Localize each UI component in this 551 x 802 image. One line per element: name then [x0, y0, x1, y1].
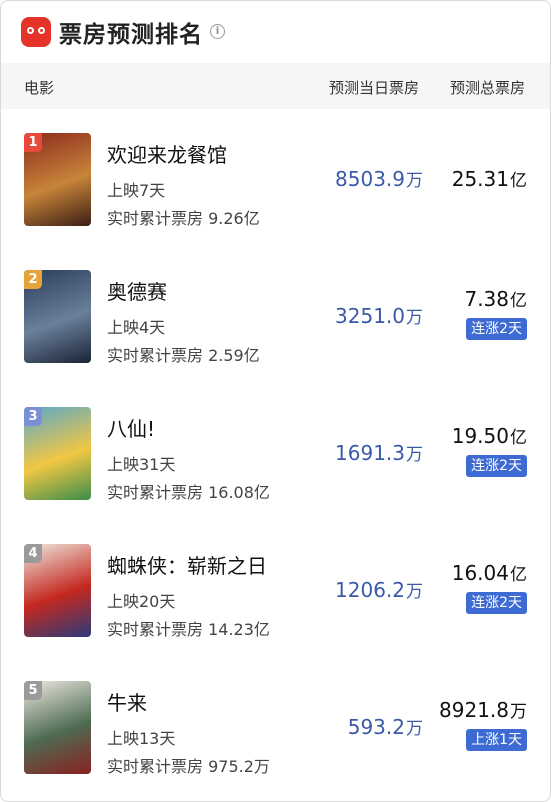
- trend-badge: 连涨2天: [466, 455, 527, 477]
- movie-poster[interactable]: 5: [24, 681, 91, 774]
- day-forecast-number: 1206.2: [335, 578, 405, 602]
- column-header-day-forecast[interactable]: 预测当日票房: [329, 77, 419, 98]
- days-showing: 上映13天: [107, 729, 176, 748]
- total-forecast-unit: 万: [510, 702, 527, 722]
- movie-list: 1 欢迎来龙餐馆 上映7天 实时累计票房 9.26亿 8503.9万 25.31…: [1, 109, 550, 794]
- day-forecast-unit: 万: [406, 171, 423, 191]
- cumulative-box-office: 实时累计票房 975.2万: [107, 757, 270, 776]
- cumulative-box-office: 实时累计票房 9.26亿: [107, 209, 260, 228]
- days-showing: 上映31天: [107, 455, 176, 474]
- day-forecast-value: 593.2万: [348, 714, 423, 739]
- movie-row[interactable]: 5 牛来 上映13天 实时累计票房 975.2万 593.2万 8921.8万 …: [1, 657, 550, 794]
- movie-row[interactable]: 4 蜘蛛侠：崭新之日 上映20天 实时累计票房 14.23亿 1206.2万 1…: [1, 520, 550, 657]
- column-header-movie: 电影: [24, 79, 55, 97]
- day-forecast-unit: 万: [406, 445, 423, 465]
- total-forecast-number: 16.04: [451, 561, 509, 585]
- day-forecast-value: 1206.2万: [335, 577, 423, 602]
- cumulative-box-office: 实时累计票房 16.08亿: [107, 483, 270, 502]
- total-forecast-value: 8921.8万: [439, 697, 527, 722]
- total-forecast-value: 16.04亿: [452, 560, 527, 585]
- movie-row[interactable]: 1 欢迎来龙餐馆 上映7天 实时累计票房 9.26亿 8503.9万 25.31…: [1, 109, 550, 246]
- day-forecast-unit: 万: [406, 719, 423, 739]
- day-forecast-value: 8503.9万: [335, 166, 423, 191]
- rank-badge: 1: [24, 133, 42, 152]
- rank-badge: 2: [24, 270, 42, 289]
- movie-title[interactable]: 奥德赛: [107, 276, 167, 305]
- maoyan-logo-icon: [21, 17, 51, 47]
- panel-header: 票房预测排名 i: [1, 1, 550, 61]
- total-forecast-value: 25.31亿: [452, 166, 527, 191]
- total-forecast-unit: 亿: [510, 428, 527, 448]
- info-icon[interactable]: i: [210, 24, 225, 39]
- days-showing: 上映7天: [107, 181, 166, 200]
- days-showing: 上映4天: [107, 318, 166, 337]
- total-forecast-unit: 亿: [510, 565, 527, 585]
- day-forecast-number: 8503.9: [335, 167, 405, 191]
- total-forecast-unit: 亿: [510, 171, 527, 191]
- days-showing: 上映20天: [107, 592, 176, 611]
- movie-poster[interactable]: 4: [24, 544, 91, 637]
- movie-poster[interactable]: 1: [24, 133, 91, 226]
- movie-title[interactable]: 蜘蛛侠：崭新之日: [107, 550, 267, 579]
- day-forecast-unit: 万: [406, 582, 423, 602]
- total-forecast-number: 25.31: [451, 167, 509, 191]
- movie-poster[interactable]: 3: [24, 407, 91, 500]
- movie-title[interactable]: 八仙!: [107, 413, 155, 442]
- box-office-panel: 票房预测排名 i 电影 预测当日票房 预测总票房 1 欢迎来龙餐馆 上映7天 实…: [0, 0, 551, 802]
- movie-row[interactable]: 3 八仙! 上映31天 实时累计票房 16.08亿 1691.3万 19.50亿…: [1, 383, 550, 520]
- rank-badge: 4: [24, 544, 42, 563]
- column-header-total-forecast[interactable]: 预测总票房: [450, 77, 525, 98]
- total-forecast-number: 19.50: [451, 424, 509, 448]
- page-title: 票房预测排名: [59, 22, 203, 48]
- movie-title[interactable]: 牛来: [107, 687, 147, 716]
- trend-badge: 连涨2天: [466, 592, 527, 614]
- day-forecast-value: 1691.3万: [335, 440, 423, 465]
- rank-badge: 3: [24, 407, 42, 426]
- movie-title[interactable]: 欢迎来龙餐馆: [107, 139, 227, 168]
- day-forecast-number: 1691.3: [335, 441, 405, 465]
- trend-badge: 上涨1天: [466, 729, 527, 751]
- cumulative-box-office: 实时累计票房 14.23亿: [107, 620, 270, 639]
- total-forecast-number: 7.38: [464, 287, 509, 311]
- movie-row[interactable]: 2 奥德赛 上映4天 实时累计票房 2.59亿 3251.0万 7.38亿 连涨…: [1, 246, 550, 383]
- movie-poster[interactable]: 2: [24, 270, 91, 363]
- rank-badge: 5: [24, 681, 42, 700]
- day-forecast-number: 593.2: [347, 715, 405, 739]
- total-forecast-unit: 亿: [510, 291, 527, 311]
- total-forecast-number: 8921.8: [439, 698, 509, 722]
- total-forecast-value: 19.50亿: [452, 423, 527, 448]
- column-header-bar: 电影 预测当日票房 预测总票房: [1, 63, 550, 109]
- total-forecast-value: 7.38亿: [464, 286, 527, 311]
- day-forecast-unit: 万: [406, 308, 423, 328]
- trend-badge: 连涨2天: [466, 318, 527, 340]
- cumulative-box-office: 实时累计票房 2.59亿: [107, 346, 260, 365]
- day-forecast-value: 3251.0万: [335, 303, 423, 328]
- day-forecast-number: 3251.0: [335, 304, 405, 328]
